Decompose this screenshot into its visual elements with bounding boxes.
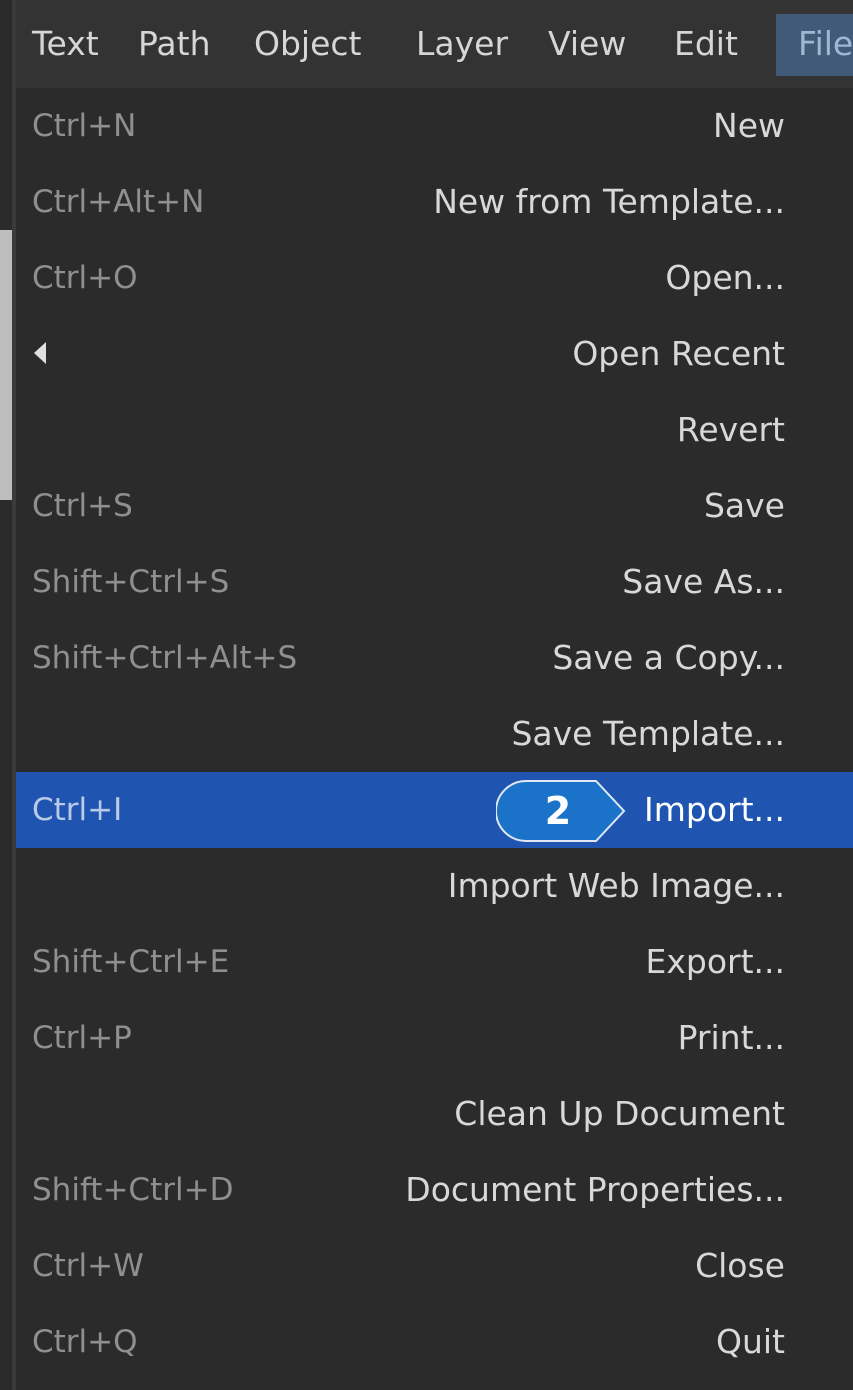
file-menu-dropdown: Ctrl+N New Ctrl+Alt+N New from Template.… xyxy=(16,88,853,1390)
step-callout-badge: 2 xyxy=(495,780,646,842)
menubar: Text Path Object Layer View Edit File xyxy=(16,0,853,89)
menubar-item-file-label: File xyxy=(798,24,853,63)
menu-item-shortcut: Ctrl+N xyxy=(32,108,137,144)
menu-item-save-a-copy[interactable]: Shift+Ctrl+Alt+S Save a Copy... xyxy=(16,620,853,696)
menu-item-shortcut: Shift+Ctrl+Alt+S xyxy=(32,640,298,676)
menu-item-label: New from Template... xyxy=(433,182,785,221)
menu-item-new-from-template[interactable]: Ctrl+Alt+N New from Template... xyxy=(16,164,853,240)
menubar-item-edit[interactable]: Edit xyxy=(674,22,738,66)
menu-item-label: Save xyxy=(703,486,785,525)
menubar-item-view[interactable]: View xyxy=(548,22,626,66)
menu-item-label: Export... xyxy=(645,942,786,981)
menu-item-label: Revert xyxy=(676,410,785,449)
menu-item-close[interactable]: Ctrl+W Close xyxy=(16,1228,853,1304)
menu-item-export[interactable]: Shift+Ctrl+E Export... xyxy=(16,924,853,1000)
menu-item-label: Close xyxy=(695,1246,785,1285)
menubar-item-file[interactable]: File xyxy=(776,14,853,76)
menu-item-label: Save a Copy... xyxy=(552,638,785,677)
menu-item-shortcut: Ctrl+Alt+N xyxy=(32,184,205,220)
left-window-edge xyxy=(0,0,16,1390)
menu-item-shortcut: Ctrl+S xyxy=(32,488,133,524)
menu-item-revert[interactable]: Revert xyxy=(16,392,853,468)
menubar-item-text[interactable]: Text xyxy=(32,22,99,66)
menu-item-label: Open... xyxy=(665,258,785,297)
menu-item-import[interactable]: Ctrl+I 2 Import... xyxy=(16,772,853,848)
menu-item-shortcut: Ctrl+I xyxy=(32,792,123,828)
menu-item-save[interactable]: Ctrl+S Save xyxy=(16,468,853,544)
menubar-item-path[interactable]: Path xyxy=(138,22,211,66)
menu-item-shortcut: Ctrl+O xyxy=(32,260,138,296)
menu-item-label: Open Recent xyxy=(572,334,785,373)
menu-item-save-template[interactable]: Save Template... xyxy=(16,696,853,772)
menu-item-label: New xyxy=(713,106,785,145)
menubar-item-layer[interactable]: Layer xyxy=(416,22,508,66)
menu-item-import-web-image[interactable]: Import Web Image... xyxy=(16,848,853,924)
menubar-item-object[interactable]: Object xyxy=(254,22,361,66)
background-window-sliver xyxy=(0,230,12,500)
menu-item-clean-up-document[interactable]: Clean Up Document xyxy=(16,1076,853,1152)
menu-item-label: Save As... xyxy=(622,562,785,601)
menu-item-label: Import Web Image... xyxy=(447,866,785,905)
menu-item-save-as[interactable]: Shift+Ctrl+S Save As... xyxy=(16,544,853,620)
menu-item-document-properties[interactable]: Shift+Ctrl+D Document Properties... xyxy=(16,1152,853,1228)
menu-item-open[interactable]: Ctrl+O Open... xyxy=(16,240,853,316)
menu-item-print[interactable]: Ctrl+P Print... xyxy=(16,1000,853,1076)
app-window: Text Path Object Layer View Edit File Ct… xyxy=(0,0,853,1390)
menu-item-shortcut: Shift+Ctrl+E xyxy=(32,944,230,980)
menu-item-shortcut: Shift+Ctrl+S xyxy=(32,564,230,600)
chevron-left-icon xyxy=(34,342,46,364)
menu-item-open-recent[interactable]: Open Recent xyxy=(16,316,853,392)
menu-item-label: Print... xyxy=(677,1018,785,1057)
step-number: 2 xyxy=(544,789,572,833)
menu-item-shortcut: Ctrl+W xyxy=(32,1248,144,1284)
menu-item-label: Save Template... xyxy=(511,714,785,753)
menu-item-quit[interactable]: Ctrl+Q Quit xyxy=(16,1304,853,1380)
menu-item-label: Import... xyxy=(644,790,785,829)
menu-item-new[interactable]: Ctrl+N New xyxy=(16,88,853,164)
menu-item-label: Document Properties... xyxy=(405,1170,785,1209)
menu-item-shortcut: Ctrl+Q xyxy=(32,1324,138,1360)
menu-item-label: Clean Up Document xyxy=(454,1094,785,1133)
menu-item-shortcut: Shift+Ctrl+D xyxy=(32,1172,234,1208)
menu-item-label: Quit xyxy=(716,1322,785,1361)
menu-item-shortcut: Ctrl+P xyxy=(32,1020,132,1056)
